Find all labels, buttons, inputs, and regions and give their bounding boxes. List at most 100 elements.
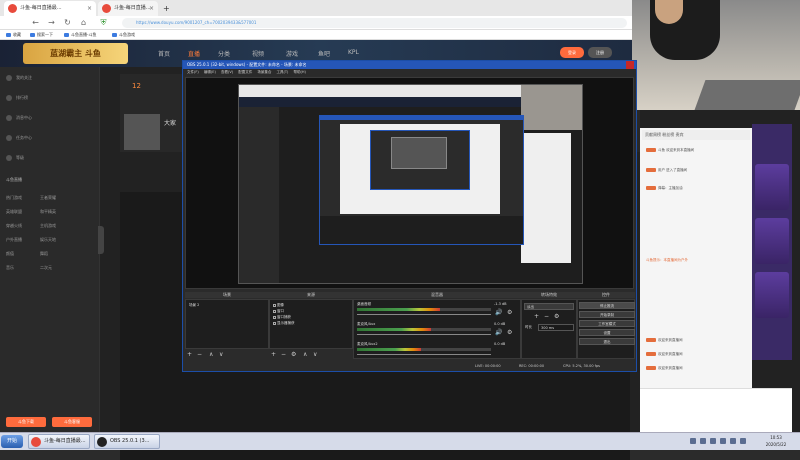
remove-source-button[interactable]: − — [281, 352, 286, 358]
chat-tabs[interactable]: 贡献周榜 粉丝榜 贵宾 — [642, 130, 750, 140]
gear-icon[interactable]: ⚙ — [291, 352, 296, 358]
visibility-icon[interactable] — [273, 321, 276, 325]
bookmark-item[interactable]: 收藏 — [6, 30, 21, 40]
visibility-icon[interactable] — [273, 309, 276, 313]
settings-button[interactable]: 设置 — [579, 329, 635, 336]
bookmark-item[interactable]: 斗鱼直播-斗鱼 — [64, 30, 96, 40]
studio-mode-button[interactable]: 工作室模式 — [579, 320, 635, 327]
chat-input-area[interactable] — [640, 388, 792, 438]
source-item[interactable]: 显示器捕获 — [273, 321, 295, 326]
system-clock[interactable]: 10:53 2020/5/22 — [756, 434, 796, 449]
speaker-icon[interactable]: 🔊 — [495, 330, 502, 336]
volume-slider[interactable] — [357, 334, 491, 335]
move-down-icon[interactable]: ∨ — [219, 352, 223, 358]
obs-preview-canvas[interactable] — [185, 77, 634, 289]
tray-icon[interactable] — [710, 438, 716, 444]
volume-slider[interactable] — [357, 314, 491, 315]
source-item[interactable]: 窗口 — [273, 309, 284, 314]
bookmark-item[interactable]: 搜索一下 — [30, 30, 53, 40]
move-up-icon[interactable]: ∧ — [209, 352, 213, 358]
sidebar-item[interactable]: 等级 — [16, 155, 24, 161]
sidebar-item[interactable]: 娱乐天地 — [40, 237, 56, 243]
tab-douyu-2[interactable]: 斗鱼-每日直播... × — [98, 1, 158, 16]
sidebar-collapse-button[interactable] — [98, 226, 104, 254]
close-tab-icon[interactable]: × — [87, 1, 92, 16]
visibility-icon[interactable] — [273, 303, 276, 307]
ime-icon[interactable] — [740, 438, 746, 444]
menu-scene-collection[interactable]: 场景集合 — [257, 69, 271, 76]
source-item[interactable]: 窗口捕获 — [273, 315, 291, 320]
move-down-icon[interactable]: ∨ — [313, 352, 317, 358]
menu-edit[interactable]: 编辑(E) — [204, 69, 216, 76]
scene-item[interactable]: 场景 2 — [189, 303, 199, 308]
sidebar-item[interactable]: 二次元 — [40, 265, 52, 271]
sidebar-item[interactable]: 任务中心 — [16, 135, 32, 141]
sidebar-item[interactable]: 穿越火线 — [6, 223, 22, 229]
promo-banner[interactable] — [755, 164, 789, 210]
back-button[interactable]: ← — [30, 17, 41, 28]
menu-help[interactable]: 帮助(H) — [293, 69, 305, 76]
nav-item[interactable]: 首页 — [158, 49, 170, 58]
sources-list[interactable]: 图像 窗口 窗口捕获 显示器捕获 — [269, 299, 353, 349]
remove-transition-button[interactable]: − — [544, 314, 549, 320]
menu-profile[interactable]: 配置文件 — [238, 69, 252, 76]
source-item[interactable]: 图像 — [273, 303, 284, 308]
gear-icon[interactable]: ⚙ — [507, 330, 512, 336]
volume-slider[interactable] — [357, 354, 491, 355]
shield-icon[interactable]: ⛨ — [98, 17, 109, 28]
sidebar-item[interactable]: 舞蹈 — [40, 251, 48, 257]
promo-banner[interactable] — [755, 218, 789, 264]
taskbar-item-browser[interactable]: 斗鱼-每日直播最... — [28, 434, 90, 449]
volume-icon[interactable] — [730, 438, 736, 444]
reload-button[interactable]: ↻ — [62, 17, 73, 28]
close-window-button[interactable] — [626, 61, 634, 69]
sidebar-item[interactable]: 音乐 — [6, 265, 14, 271]
sidebar-item[interactable]: 王者荣耀 — [40, 195, 56, 201]
home-button[interactable]: ⌂ — [78, 17, 89, 28]
tray-icon[interactable] — [700, 438, 706, 444]
sidebar-item[interactable]: 消息中心 — [16, 115, 32, 121]
sidebar-item[interactable]: 英雄联盟 — [6, 209, 22, 215]
sidebar-item[interactable]: 热门游戏 — [6, 195, 22, 201]
move-up-icon[interactable]: ∧ — [303, 352, 307, 358]
taskbar-item-obs[interactable]: OBS 25.0.1 (3... — [94, 434, 160, 449]
promo-banner[interactable] — [755, 272, 789, 318]
tab-douyu-1[interactable]: 斗鱼-每日直播最... × — [4, 1, 96, 16]
transition-select[interactable]: 淡出 — [524, 303, 574, 310]
streamer-avatar[interactable] — [124, 114, 160, 150]
nav-item[interactable]: KPL — [348, 49, 359, 56]
remove-scene-button[interactable]: − — [197, 352, 202, 358]
obs-titlebar[interactable]: OBS 25.0.1 (32-bit, windows) - 配置文件: 未命名… — [183, 61, 636, 69]
url-field[interactable]: https://www.douyu.com/9001207_ch=7002039… — [122, 18, 627, 28]
sidebar-item[interactable]: 和平精英 — [40, 209, 56, 215]
new-tab-button[interactable]: + — [160, 1, 172, 16]
add-transition-button[interactable]: + — [534, 314, 539, 320]
tray-icon[interactable] — [690, 438, 696, 444]
speaker-icon[interactable]: 🔊 — [495, 310, 502, 316]
menu-file[interactable]: 文件(F) — [187, 69, 199, 76]
menu-view[interactable]: 查看(V) — [221, 69, 233, 76]
nav-item[interactable]: 直播 — [188, 49, 200, 58]
menu-tools[interactable]: 工具(T) — [276, 69, 288, 76]
start-recording-button[interactable]: 开始录制 — [579, 311, 635, 318]
add-scene-button[interactable]: + — [187, 352, 192, 358]
sidebar-item[interactable]: 颜值 — [6, 251, 14, 257]
nav-item[interactable]: 分类 — [218, 49, 230, 58]
gear-icon[interactable]: ⚙ — [554, 314, 559, 320]
service-button[interactable]: 斗鱼客服 — [52, 417, 92, 427]
stop-streaming-button[interactable]: 停止推流 — [579, 302, 635, 309]
network-icon[interactable] — [720, 438, 726, 444]
sidebar-item[interactable]: 我的关注 — [16, 75, 32, 81]
duration-input[interactable]: 300 ms — [538, 324, 574, 331]
nav-item[interactable]: 游戏 — [286, 49, 298, 58]
visibility-icon[interactable] — [273, 315, 276, 319]
sidebar-item[interactable]: 排行榜 — [16, 95, 28, 101]
gear-icon[interactable]: ⚙ — [507, 310, 512, 316]
forward-button[interactable]: → — [46, 17, 57, 28]
site-logo[interactable]: 蓝湖霸主 斗鱼 — [23, 43, 128, 64]
add-source-button[interactable]: + — [271, 352, 276, 358]
bookmark-item[interactable]: 斗鱼游戏 — [112, 30, 135, 40]
nav-item[interactable]: 鱼吧 — [318, 49, 330, 58]
exit-button[interactable]: 退出 — [579, 338, 635, 345]
sidebar-item[interactable]: 户外直播 — [6, 237, 22, 243]
